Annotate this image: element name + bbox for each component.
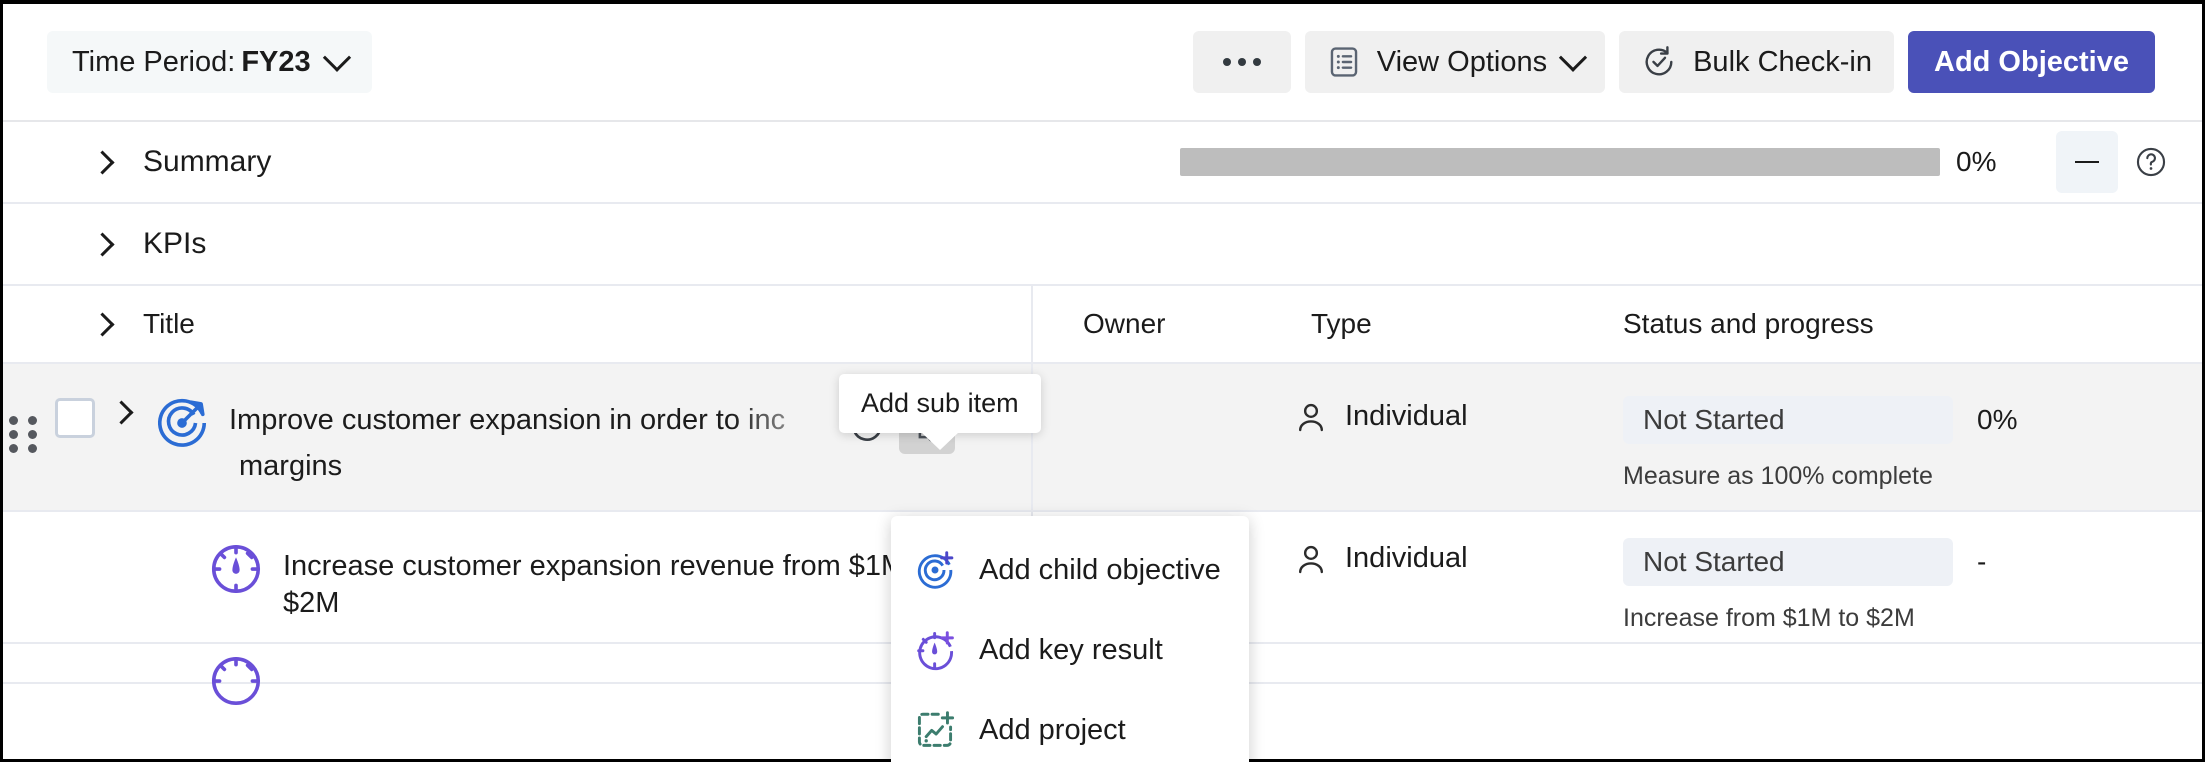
status-badge[interactable]: Not Started [1623, 538, 1953, 586]
key-result-gauge-icon [207, 652, 265, 710]
okr-app-window: Time Period: FY23 View Options Bulk Chec… [0, 0, 2205, 762]
toolbar-right-group: View Options Bulk Check-in Add Objective [1192, 31, 2155, 93]
toolbar: Time Period: FY23 View Options Bulk Chec… [3, 4, 2202, 122]
column-header-type: Type [1293, 308, 1593, 340]
row-type-text: Individual [1345, 542, 1468, 574]
summary-row[interactable]: Summary 0% [3, 122, 2202, 204]
column-header-title: Title [3, 308, 1031, 340]
column-header-status: Status and progress [1593, 308, 2202, 340]
menu-item-add-key-result[interactable]: Add key result [891, 610, 1249, 690]
add-objective-button[interactable]: Add Objective [1908, 31, 2155, 93]
tooltip-text: Add sub item [861, 388, 1019, 418]
row-type-text: Individual [1345, 400, 1468, 432]
time-period-label: Time Period: [72, 45, 236, 78]
add-sub-item-menu: Add child objective Add key result Add p… [891, 516, 1249, 762]
row-status-subtext: Measure as 100% complete [1623, 462, 1933, 490]
row-owner-cell [1033, 364, 1293, 510]
menu-item-add-child-objective[interactable]: Add child objective [891, 530, 1249, 610]
row-status-cell: Not Started - Increase from $1M to $2M [1593, 512, 2202, 642]
row-title-text: Improve customer expansion in order to i… [229, 404, 786, 436]
column-header-title-label: Title [143, 308, 195, 339]
row-status-cell: Not Started 0% Measure as 100% complete [1593, 364, 2202, 510]
minimize-button[interactable] [2056, 131, 2118, 193]
kpis-row[interactable]: KPIs [3, 204, 2202, 286]
chevron-right-icon [89, 311, 115, 337]
view-options-button[interactable]: View Options [1304, 31, 1606, 93]
minimize-icon [2075, 160, 2099, 164]
question-circle-icon [2134, 145, 2168, 179]
tooltip-beak [920, 432, 959, 450]
row-type-cell: Individual [1293, 512, 1593, 642]
add-sub-item-tooltip: Add sub item [839, 374, 1041, 450]
summary-expand-toggle[interactable] [75, 149, 129, 175]
chevron-down-icon [322, 43, 351, 72]
add-objective-label: Add Objective [1934, 45, 2129, 78]
row-expand-toggle[interactable] [95, 400, 147, 425]
column-header-owner-label: Owner [1083, 308, 1166, 339]
person-icon [1293, 542, 1329, 578]
checkmark-circle-arrow-icon [1641, 44, 1677, 80]
help-button[interactable] [2128, 131, 2174, 193]
summary-progress-label: 0% [1956, 146, 1997, 177]
row-progress-percent: - [1977, 546, 1987, 577]
summary-label: Summary [143, 145, 272, 178]
drag-handle-icon[interactable] [9, 415, 37, 459]
status-badge[interactable]: Not Started [1623, 396, 1953, 444]
ellipsis-horizontal-icon [1222, 58, 1261, 66]
menu-item-label: Add child objective [979, 553, 1221, 586]
chevron-down-icon [1558, 43, 1588, 72]
add-project-icon [913, 708, 957, 752]
view-options-label: View Options [1376, 45, 1548, 78]
row-title-text: Increase customer expansion revenue from… [283, 550, 938, 620]
row-checkbox[interactable] [55, 398, 95, 438]
add-key-result-icon [913, 628, 957, 672]
table-row[interactable]: Improve customer expansion in order to i… [3, 364, 2202, 512]
row-progress-percent: 0% [1977, 404, 2018, 435]
menu-item-label: Add key result [979, 633, 1163, 666]
toolbar-left-group: Time Period: FY23 [47, 31, 372, 93]
bulk-checkin-button[interactable]: Bulk Check-in [1619, 31, 1894, 93]
chevron-right-icon [89, 149, 115, 175]
row-title-cell [3, 644, 1031, 706]
key-result-gauge-icon [207, 540, 265, 598]
more-commands-button[interactable] [1192, 31, 1291, 93]
summary-progress-group: 0% [1180, 131, 2202, 193]
kpis-expand-toggle[interactable] [75, 231, 129, 257]
row-status-line: Not Started 0% [1623, 396, 2202, 444]
row-title-cell: Increase customer expansion revenue from… [3, 512, 1031, 642]
title-expand-toggle[interactable] [75, 311, 129, 337]
menu-item-add-project[interactable]: Add project [891, 690, 1249, 762]
column-header-type-label: Type [1311, 308, 1372, 339]
time-period-value: FY23 [241, 45, 311, 78]
row-type-cell: Individual [1293, 364, 1593, 510]
objective-target-icon [153, 394, 211, 452]
add-objective-icon [913, 548, 957, 592]
bulk-checkin-label: Bulk Check-in [1693, 45, 1872, 78]
column-header-owner: Owner [1033, 308, 1293, 340]
bulleted-list-icon [1327, 45, 1361, 79]
person-icon [1293, 400, 1329, 436]
kpis-label: KPIs [143, 227, 207, 260]
menu-item-label: Add project [979, 713, 1126, 746]
chevron-right-icon [89, 231, 115, 257]
chevron-right-icon [108, 400, 134, 425]
time-period-dropdown[interactable]: Time Period: FY23 [47, 31, 372, 93]
row-status-subtext: Increase from $1M to $2M [1623, 604, 1915, 632]
row-title-text-line2: margins [239, 450, 343, 482]
row-status-line: Not Started - [1623, 538, 2202, 586]
table-header-row: Title Owner Type Status and progress [3, 286, 2202, 364]
summary-progress-bar [1180, 148, 1940, 176]
column-header-status-label: Status and progress [1623, 308, 1874, 339]
